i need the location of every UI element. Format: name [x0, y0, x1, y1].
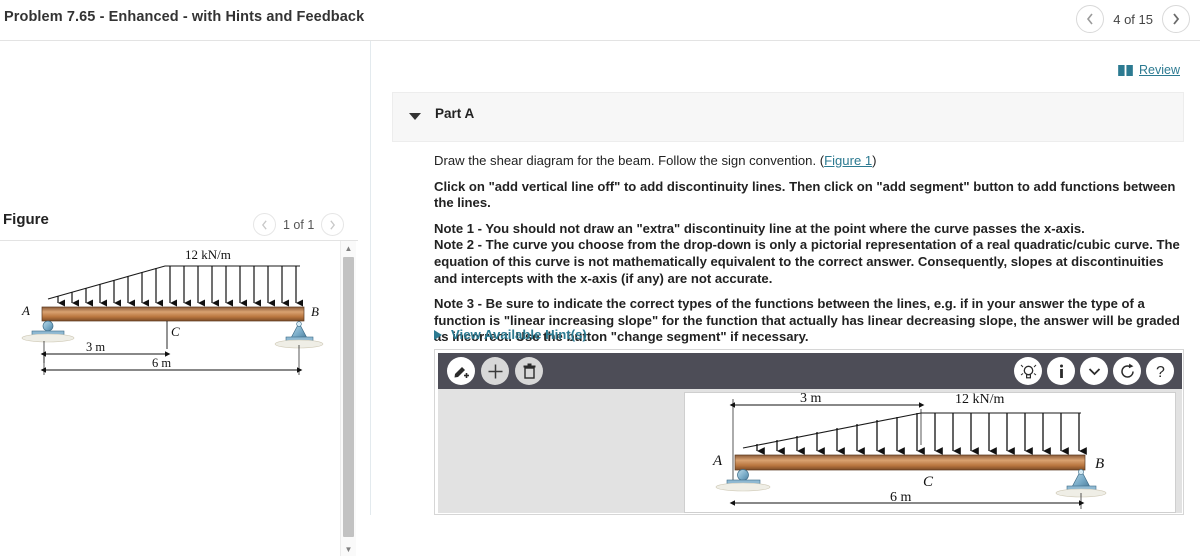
review-link[interactable]: Review [1139, 63, 1180, 77]
page-title: Problem 7.65 - Enhanced - with Hints and… [4, 9, 365, 25]
part-a-label: Part A [435, 106, 475, 121]
chevron-right-icon [1173, 13, 1180, 25]
triangle-right-icon [434, 329, 442, 340]
view-hints-label[interactable]: View Available Hint(s) [451, 327, 587, 342]
drawing-toolbar: ? [438, 353, 1182, 389]
figure-image: 12 kN/m A B C 3 m 6 m [0, 241, 358, 556]
triangle-down-icon[interactable] [409, 113, 421, 120]
figure-1-link[interactable]: Figure 1 [824, 153, 872, 168]
add-vertical-line-button[interactable] [481, 357, 509, 385]
delete-button[interactable] [515, 357, 543, 385]
scroll-down-arrow-icon[interactable]: ▼ [341, 542, 356, 556]
problem-page: Problem 7.65 - Enhanced - with Hints and… [0, 0, 1200, 556]
support-b-label-small: B [311, 304, 319, 319]
scrollbar-thumb[interactable] [343, 257, 354, 537]
refresh-icon [1120, 363, 1134, 378]
svg-text:?: ? [1156, 364, 1165, 381]
chevron-left-icon [261, 219, 267, 230]
dimension-3m-large: 3 m [800, 391, 822, 406]
figure-next-button[interactable] [321, 213, 345, 236]
review-link-group[interactable]: Review [1118, 63, 1180, 77]
note-2: Note 2 - The curve you choose from the d… [434, 237, 1180, 286]
chevron-right-icon [330, 219, 336, 230]
trash-icon [523, 363, 535, 379]
chevron-down-icon [1088, 367, 1100, 375]
lightbulb-icon [1020, 364, 1036, 378]
info-icon [1059, 364, 1063, 378]
toolbar-right-group: ? [1014, 357, 1174, 385]
top-header: Problem 7.65 - Enhanced - with Hints and… [0, 0, 1200, 40]
question-mark-icon: ? [1156, 364, 1165, 381]
info-button[interactable] [1047, 357, 1075, 385]
view-hints-toggle[interactable]: View Available Hint(s) [434, 327, 587, 342]
beam-diagram-small: 12 kN/m A B C 3 m 6 m [21, 247, 324, 375]
note-1: Note 1 - You should not draw an "extra" … [434, 220, 1085, 236]
chevron-left-icon [1087, 13, 1093, 25]
beam-diagram-large: 3 m 12 kN/m A B C 6 m [712, 391, 1107, 509]
dimension-6m-small: 6 m [152, 356, 171, 370]
toolbar-left-group [447, 357, 543, 385]
figure-scrollbar[interactable]: ▲ ▼ [340, 241, 356, 556]
answer-widget: ? 3 m 12 kN/m A B C 6 m [434, 349, 1184, 515]
figure-panel: Figure 1 of 1 12 kN/m A B C 3 m 6 m ▲ ▼ [0, 41, 369, 556]
prev-problem-button[interactable] [1076, 5, 1105, 33]
dimension-6m-large: 6 m [890, 490, 912, 505]
support-b-label-large: B [1095, 456, 1104, 472]
figure-pager-label: 1 of 1 [283, 217, 315, 232]
help-button[interactable]: ? [1146, 357, 1174, 385]
support-a-label-large: A [712, 453, 723, 469]
load-label-large: 12 kN/m [955, 392, 1005, 407]
dimension-3m-small: 3 m [86, 340, 105, 354]
add-segment-button[interactable] [447, 357, 475, 385]
figure-pager: 1 of 1 [253, 213, 345, 236]
figure-title: Figure [3, 211, 49, 228]
instruction-line: Draw the shear diagram for the beam. Fol… [434, 153, 1182, 170]
next-problem-button[interactable] [1162, 5, 1190, 33]
problem-pager: 4 of 15 [1076, 5, 1190, 33]
support-a-label-small: A [21, 303, 30, 318]
instruction-text-b: ) [872, 153, 877, 168]
instruction-text-a: Draw the shear diagram for the beam. Fol… [434, 153, 825, 168]
column-divider [370, 41, 371, 515]
book-icon [1118, 64, 1133, 76]
canvas-figure-panel: 3 m 12 kN/m A B C 6 m [684, 391, 1176, 513]
load-label-small: 12 kN/m [185, 247, 231, 262]
pencil-plus-icon [454, 366, 469, 378]
part-a-header[interactable]: Part A [392, 92, 1184, 142]
hint-button[interactable] [1014, 357, 1042, 385]
dropdown-button[interactable] [1080, 357, 1108, 385]
reset-button[interactable] [1113, 357, 1141, 385]
problem-statement: Draw the shear diagram for the beam. Fol… [434, 153, 1182, 355]
scroll-up-arrow-icon[interactable]: ▲ [341, 241, 356, 255]
plus-icon [488, 364, 502, 378]
figure-prev-button[interactable] [253, 213, 276, 236]
problem-content: Review Part A Draw the shear diagram for… [392, 41, 1188, 515]
problem-pager-label: 4 of 15 [1113, 11, 1153, 27]
instruction-paragraph-2: Click on "add vertical line off" to add … [434, 178, 1176, 211]
drawing-canvas[interactable]: 3 m 12 kN/m A B C 6 m [438, 389, 1182, 513]
point-c-label-small: C [171, 324, 180, 339]
point-c-label-large: C [923, 474, 934, 490]
